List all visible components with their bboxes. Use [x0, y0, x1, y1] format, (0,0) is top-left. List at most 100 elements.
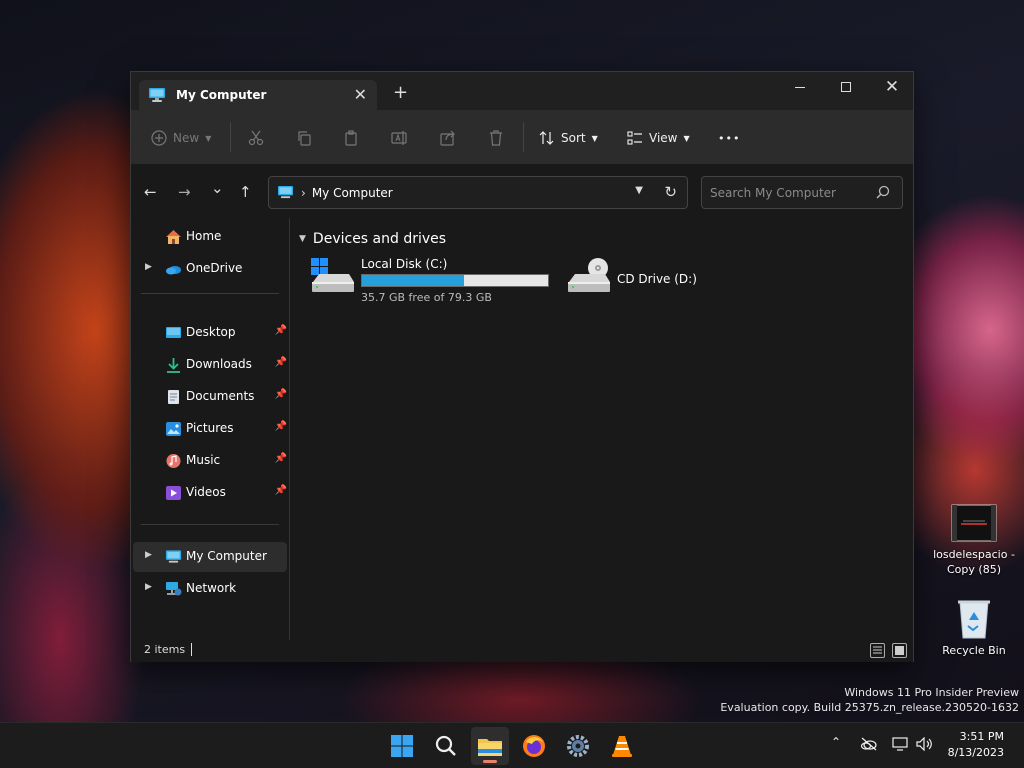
- rename-button[interactable]: [391, 127, 409, 149]
- volume-icon[interactable]: [916, 737, 934, 751]
- close-tab-button[interactable]: ✕: [354, 85, 367, 104]
- drive-cd-d[interactable]: CD Drive (D:): [565, 256, 725, 302]
- sidebar-item-desktop[interactable]: Desktop 📌: [133, 318, 287, 348]
- drive-name: Local Disk (C:): [361, 257, 448, 271]
- vlc-icon: [612, 736, 632, 757]
- drive-local-disk-c[interactable]: Local Disk (C:) 35.7 GB free of 79.3 GB: [309, 256, 555, 304]
- copy-icon: [298, 131, 311, 146]
- sidebar-item-pictures[interactable]: Pictures 📌: [133, 414, 287, 444]
- navigation-pane: Home ▶ OneDrive Desktop 📌 Downloads 📌 Do…: [131, 218, 289, 638]
- desktop-icon-recycle-bin[interactable]: Recycle Bin: [928, 596, 1020, 658]
- back-button[interactable]: ←: [144, 183, 157, 201]
- new-tab-button[interactable]: +: [393, 82, 408, 103]
- minimize-icon: [795, 86, 805, 88]
- download-icon: [167, 358, 180, 373]
- navigation-bar: ← → ⌄ ↑ › My Computer ▼ ↻ Search My Comp…: [131, 166, 913, 216]
- forward-button[interactable]: →: [178, 183, 191, 201]
- pin-icon[interactable]: 📌: [275, 421, 287, 432]
- sidebar-item-label: Videos: [186, 485, 226, 499]
- maximize-icon: [841, 82, 851, 92]
- pin-icon[interactable]: 📌: [275, 357, 287, 368]
- more-options-button[interactable]: •••: [718, 127, 740, 149]
- share-button[interactable]: [440, 127, 456, 149]
- pin-icon[interactable]: 📌: [275, 325, 287, 336]
- chevron-down-icon: ▼: [591, 133, 598, 143]
- watermark-line: Evaluation copy. Build 25375.zn_release.…: [720, 701, 1019, 714]
- toolbar-separator: [523, 122, 524, 152]
- taskbar-vlc[interactable]: [603, 727, 641, 765]
- sidebar-item-label: Downloads: [186, 357, 252, 371]
- up-button[interactable]: ↑: [239, 183, 252, 201]
- chevron-down-icon[interactable]: ▼: [635, 185, 643, 196]
- toolbar-separator: [230, 122, 231, 152]
- drive-usage-bar: [361, 274, 549, 287]
- search-icon: [435, 735, 456, 756]
- sidebar-item-label: Music: [186, 453, 221, 467]
- details-view-button[interactable]: [870, 643, 885, 658]
- drive-free-space: 35.7 GB free of 79.3 GB: [361, 291, 492, 304]
- sidebar-item-downloads[interactable]: Downloads 📌: [133, 350, 287, 380]
- pin-icon[interactable]: 📌: [275, 453, 287, 464]
- view-label: View: [649, 131, 678, 145]
- taskbar-search-button[interactable]: [427, 727, 465, 765]
- tab-title: My Computer: [176, 88, 267, 102]
- copy-button[interactable]: [296, 127, 312, 149]
- address-bar[interactable]: › My Computer ▼ ↻: [268, 176, 688, 209]
- sidebar-item-documents[interactable]: Documents 📌: [133, 382, 287, 412]
- desktop-icon-video-file[interactable]: losdelespacio - Copy (85): [928, 504, 1020, 577]
- cd-drive-icon: [568, 258, 610, 292]
- search-input[interactable]: Search My Computer: [701, 176, 903, 209]
- firefox-icon: [523, 735, 545, 757]
- sort-icon: [539, 131, 554, 145]
- pane-splitter[interactable]: [289, 218, 290, 640]
- search-icon[interactable]: [876, 185, 890, 199]
- pin-icon[interactable]: 📌: [275, 485, 287, 496]
- taskbar-settings[interactable]: [559, 727, 597, 765]
- chevron-right-icon[interactable]: ▶: [145, 582, 152, 592]
- sidebar-item-onedrive[interactable]: ▶ OneDrive: [133, 254, 287, 284]
- group-title: Devices and drives: [312, 231, 447, 247]
- tab-my-computer[interactable]: My Computer ✕: [139, 80, 377, 110]
- delete-button[interactable]: [488, 127, 504, 149]
- sidebar-item-videos[interactable]: Videos 📌: [133, 478, 287, 508]
- breadcrumb-my-computer[interactable]: My Computer: [312, 186, 393, 200]
- sidebar-item-label: Pictures: [186, 421, 234, 435]
- computer-icon: [149, 88, 165, 102]
- start-button[interactable]: [383, 727, 421, 765]
- network-status-icon[interactable]: [892, 737, 910, 751]
- onedrive-offline-icon[interactable]: [860, 737, 878, 751]
- sidebar-item-label: Home: [186, 229, 222, 243]
- chevron-right-icon[interactable]: ▶: [145, 262, 152, 272]
- large-icons-view-button[interactable]: [892, 643, 907, 658]
- view-button[interactable]: View ▼: [627, 127, 690, 149]
- pin-icon[interactable]: 📌: [275, 389, 287, 400]
- taskbar-firefox[interactable]: [515, 727, 553, 765]
- paste-button[interactable]: [343, 127, 359, 149]
- chevron-down-icon: ▼: [299, 234, 306, 244]
- drive-name: CD Drive (D:): [617, 272, 697, 286]
- hard-drive-icon: [311, 258, 354, 292]
- desktop-icon: [166, 327, 181, 338]
- close-window-button[interactable]: ✕: [869, 72, 915, 102]
- refresh-icon[interactable]: ↻: [664, 183, 677, 201]
- cut-button[interactable]: [248, 127, 264, 149]
- clock[interactable]: 3:51 PM 8/13/2023: [948, 729, 1004, 761]
- taskbar: ⌃ 3:51 PM 8/13/2023: [0, 722, 1024, 768]
- watermark-line: Windows 11 Pro Insider Preview: [844, 686, 1019, 699]
- chevron-right-icon[interactable]: ▶: [145, 550, 152, 560]
- group-header-devices[interactable]: ▼ Devices and drives: [299, 231, 446, 247]
- sidebar-item-music[interactable]: Music 📌: [133, 446, 287, 476]
- clock-time: 3:51 PM: [959, 730, 1004, 743]
- settings-icon: [567, 735, 589, 757]
- cloud-icon: [166, 266, 181, 275]
- minimize-button[interactable]: [777, 72, 823, 102]
- sidebar-item-my-computer[interactable]: ▶ My Computer: [133, 542, 287, 572]
- sidebar-item-network[interactable]: ▶ Network: [133, 574, 287, 604]
- recent-locations-button[interactable]: ⌄: [211, 179, 224, 197]
- new-button[interactable]: New ▼: [151, 127, 211, 149]
- taskbar-file-explorer[interactable]: [471, 727, 509, 765]
- show-hidden-icons-button[interactable]: ⌃: [831, 735, 841, 749]
- sidebar-item-home[interactable]: Home: [133, 222, 287, 252]
- maximize-button[interactable]: [823, 72, 869, 102]
- sort-button[interactable]: Sort ▼: [539, 127, 598, 149]
